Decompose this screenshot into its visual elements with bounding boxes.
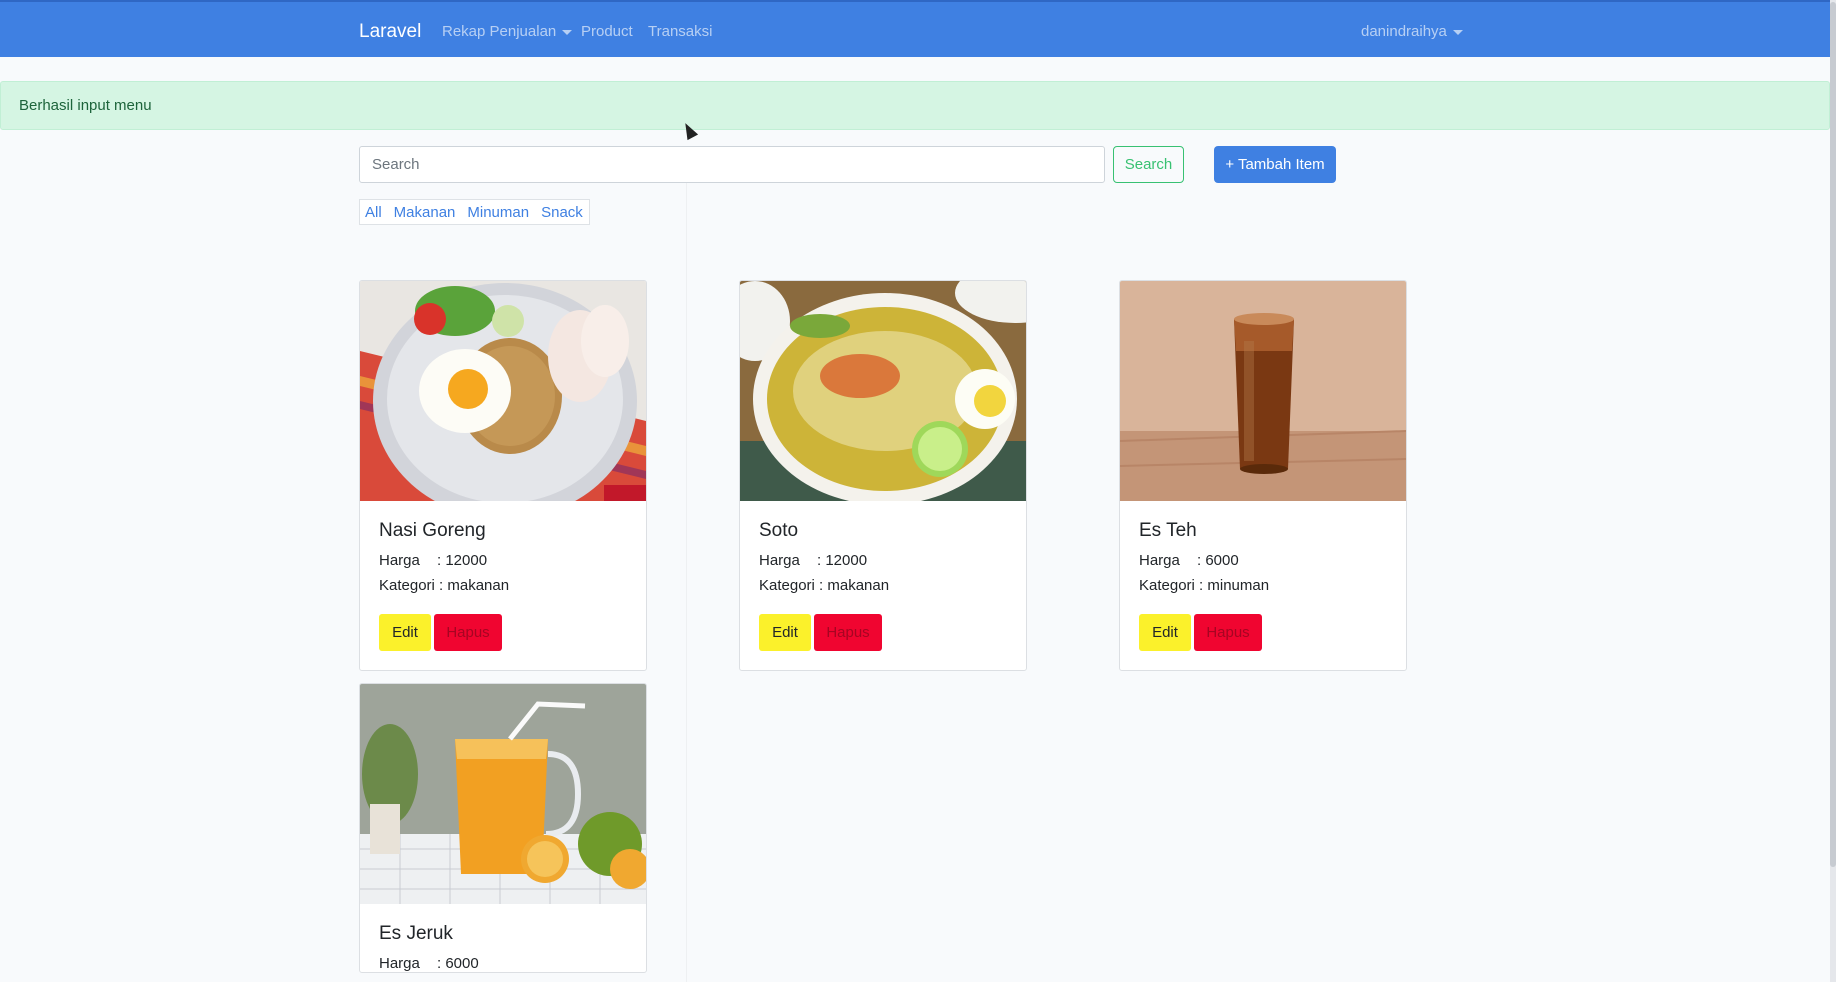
product-image-fried-rice	[360, 281, 646, 501]
nav-product[interactable]: Product	[581, 23, 633, 40]
product-card: Nasi Goreng Harga : 12000 Kategori : maka…	[359, 280, 647, 671]
product-name: Es Teh	[1139, 520, 1197, 541]
nav-rekap-penjualan[interactable]: Rekap Penjualan	[442, 23, 573, 40]
product-price: : 6000	[1197, 552, 1239, 569]
product-price-row: Harga : 12000	[379, 552, 627, 569]
nav-rekap-label: Rekap Penjualan	[442, 23, 557, 40]
price-label: Harga	[759, 552, 800, 569]
navbar: Laravel Rekap Penjualan Product Transaks…	[0, 0, 1836, 57]
divider	[686, 146, 687, 982]
category-label: Kategori	[1139, 577, 1195, 594]
product-price-row: Harga : 6000	[379, 955, 627, 972]
chevron-down-icon	[1452, 29, 1463, 35]
product-price-row: Harga : 6000	[1139, 552, 1387, 569]
product-category: : makanan	[819, 577, 890, 594]
product-name: Es Jeruk	[379, 923, 453, 944]
product-card: Es Teh Harga : 6000 Kategori : minuman Ed…	[1119, 280, 1407, 671]
product-price: : 12000	[437, 552, 488, 569]
product-image-iced-tea	[1120, 281, 1406, 501]
product-price: : 6000	[437, 955, 479, 972]
scrollbar-track[interactable]	[1830, 0, 1836, 982]
delete-button[interactable]: Hapus	[434, 614, 502, 651]
user-name: danindraihya	[1361, 23, 1447, 40]
filter-minuman[interactable]: Minuman	[467, 204, 529, 221]
category-filter: All Makanan Minuman Snack	[359, 199, 590, 225]
scrollbar-thumb[interactable]	[1830, 2, 1836, 867]
price-label: Harga	[1139, 552, 1180, 569]
product-card: Es Jeruk Harga : 6000	[359, 683, 647, 973]
category-label: Kategori	[379, 577, 435, 594]
user-menu[interactable]: danindraihya	[1361, 23, 1463, 40]
product-category-row: Kategori : makanan	[759, 577, 1007, 594]
product-card: Soto Harga : 12000 Kategori : makanan Edi…	[739, 280, 1027, 671]
navbar-brand[interactable]: Laravel	[359, 21, 421, 43]
edit-button[interactable]: Edit	[1139, 614, 1191, 651]
category-label: Kategori	[759, 577, 815, 594]
search-input[interactable]	[359, 146, 1105, 183]
chevron-down-icon	[562, 29, 573, 35]
edit-button[interactable]: Edit	[379, 614, 431, 651]
product-category: : makanan	[439, 577, 510, 594]
success-alert: Berhasil input menu	[0, 81, 1830, 130]
product-price: : 12000	[817, 552, 868, 569]
alert-message: Berhasil input menu	[19, 97, 152, 114]
add-item-button[interactable]: + Tambah Item	[1214, 146, 1336, 183]
edit-button[interactable]: Edit	[759, 614, 811, 651]
product-category: : minuman	[1199, 577, 1270, 594]
product-name: Nasi Goreng	[379, 520, 486, 541]
price-label: Harga	[379, 955, 420, 972]
product-name: Soto	[759, 520, 799, 541]
product-image-orange-juice	[360, 684, 646, 904]
search-button[interactable]: Search	[1113, 146, 1184, 183]
filter-snack[interactable]: Snack	[541, 204, 583, 221]
product-category-row: Kategori : makanan	[379, 577, 627, 594]
product-category-row: Kategori : minuman	[1139, 577, 1387, 594]
product-price-row: Harga : 12000	[759, 552, 1007, 569]
filter-all[interactable]: All	[365, 204, 382, 221]
nav-transaksi[interactable]: Transaksi	[648, 23, 712, 40]
filter-makanan[interactable]: Makanan	[394, 204, 456, 221]
delete-button[interactable]: Hapus	[1194, 614, 1262, 651]
delete-button[interactable]: Hapus	[814, 614, 882, 651]
price-label: Harga	[379, 552, 420, 569]
product-image-soto	[740, 281, 1026, 501]
